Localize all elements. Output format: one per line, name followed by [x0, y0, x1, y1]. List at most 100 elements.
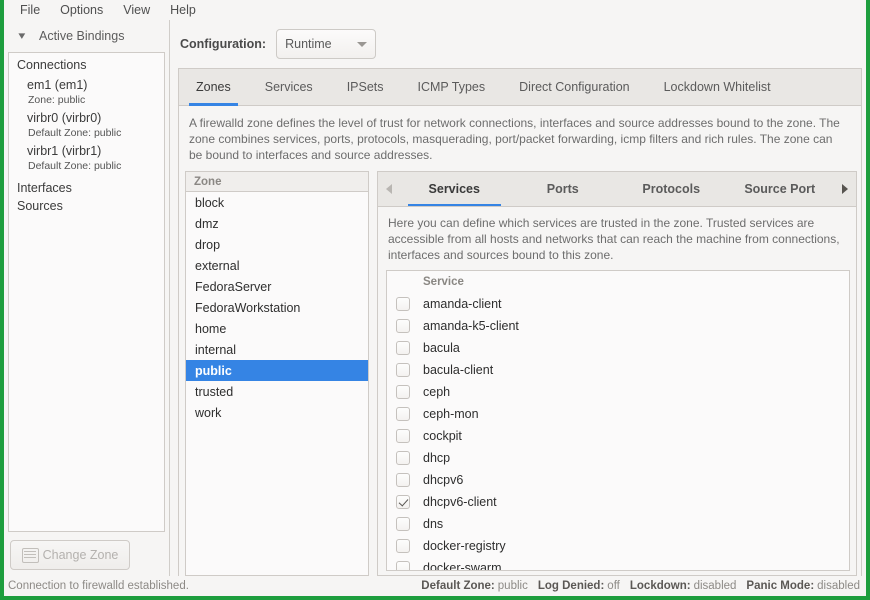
inner-tabs-scroll-right[interactable] [834, 172, 856, 206]
service-row[interactable]: cockpit [387, 425, 849, 447]
zone-list[interactable]: block dmz drop external FedoraServer Fed… [185, 191, 369, 576]
configuration-select-value: Runtime [285, 37, 332, 51]
tab-ipsets[interactable]: IPSets [330, 69, 401, 105]
tab-icmp-types[interactable]: ICMP Types [401, 69, 503, 105]
inner-tab-ports[interactable]: Ports [509, 172, 618, 206]
inner-tabs-scroll-left[interactable] [378, 172, 400, 206]
tree-node-interfaces[interactable]: Interfaces [9, 179, 164, 197]
chevron-down-icon [357, 41, 368, 47]
service-name: bacula-client [423, 363, 494, 377]
zone-row-selected[interactable]: public [186, 360, 368, 381]
service-row[interactable]: ceph [387, 381, 849, 403]
connection-name: virbr1 (virbr1) [27, 144, 102, 158]
connection-name: em1 (em1) [27, 78, 88, 92]
menu-item-options[interactable]: Options [50, 2, 113, 18]
tree-node-connections[interactable]: Connections [9, 56, 164, 74]
service-row[interactable]: amanda-k5-client [387, 315, 849, 337]
zone-row[interactable]: FedoraWorkstation [186, 297, 368, 318]
status-log-denied-value: off [607, 580, 620, 592]
connection-status-message: Connection to firewalld established. [8, 580, 189, 592]
service-column-header: Service [387, 271, 849, 293]
service-row[interactable]: bacula-client [387, 359, 849, 381]
status-lockdown-label: Lockdown: [629, 580, 691, 592]
service-name: dhcpv6-client [423, 495, 497, 509]
zone-row[interactable]: external [186, 255, 368, 276]
services-list[interactable]: amanda-client amanda-k5-client bacula ba… [387, 293, 849, 570]
service-name: dhcpv6 [423, 473, 464, 487]
service-checkbox[interactable] [396, 451, 410, 465]
main-body: ▾ Active Bindings Connections em1 (em1) … [4, 20, 866, 576]
service-checkbox-checked[interactable] [396, 495, 410, 509]
service-row[interactable]: docker-registry [387, 535, 849, 557]
service-checkbox[interactable] [396, 385, 410, 399]
status-default-zone: Default Zone: public [421, 580, 528, 592]
configuration-label: Configuration: [180, 37, 267, 51]
menu-item-view[interactable]: View [113, 2, 160, 18]
status-default-zone-value: public [497, 580, 528, 592]
service-row[interactable]: docker-swarm [387, 557, 849, 570]
service-checkbox[interactable] [396, 429, 410, 443]
status-indicators: Default Zone: public Log Denied: off Lockd… [421, 580, 860, 592]
tab-direct-configuration[interactable]: Direct Configuration [502, 69, 646, 105]
zone-list-column: Zone block dmz drop external FedoraServe… [185, 171, 369, 576]
menu-item-help[interactable]: Help [160, 2, 206, 18]
change-zone-button[interactable]: Change Zone [10, 540, 130, 570]
zone-column-header: Zone [185, 171, 369, 191]
service-row[interactable]: dhcpv6 [387, 469, 849, 491]
service-checkbox[interactable] [396, 319, 410, 333]
bindings-tree[interactable]: Connections em1 (em1) Zone: public virbr… [8, 52, 165, 532]
tree-node-sources[interactable]: Sources [9, 197, 164, 215]
service-name: docker-registry [423, 539, 506, 553]
service-name: ceph-mon [423, 407, 479, 421]
service-row[interactable]: ceph-mon [387, 403, 849, 425]
tab-zones[interactable]: Zones [179, 69, 248, 106]
tab-services[interactable]: Services [248, 69, 330, 105]
zone-row[interactable]: block [186, 192, 368, 213]
inner-tab-protocols[interactable]: Protocols [617, 172, 726, 206]
inner-tab-source-port[interactable]: Source Port [726, 172, 835, 206]
service-checkbox[interactable] [396, 341, 410, 355]
zone-row[interactable]: drop [186, 234, 368, 255]
service-checkbox[interactable] [396, 517, 410, 531]
service-name: ceph [423, 385, 451, 399]
service-row[interactable]: dns [387, 513, 849, 535]
services-page: Here you can define which services are t… [377, 207, 857, 576]
chevron-down-icon: ▾ [18, 29, 26, 42]
service-name: docker-swarm [423, 561, 502, 570]
active-bindings-header[interactable]: ▾ Active Bindings [8, 20, 165, 52]
services-description: Here you can define which services are t… [388, 216, 840, 262]
connection-item[interactable]: em1 (em1) Zone: public [9, 78, 164, 107]
service-row[interactable]: amanda-client [387, 293, 849, 315]
inner-tab-strip: Services Ports Protocols Source Port [377, 171, 857, 207]
service-checkbox[interactable] [396, 539, 410, 553]
zone-row[interactable]: home [186, 318, 368, 339]
zone-row[interactable]: work [186, 402, 368, 423]
service-checkbox[interactable] [396, 561, 410, 570]
connection-zone: Zone: public [28, 94, 86, 106]
service-checkbox[interactable] [396, 297, 410, 311]
service-checkbox[interactable] [396, 473, 410, 487]
change-zone-icon [21, 547, 39, 563]
service-checkbox[interactable] [396, 363, 410, 377]
menu-item-file[interactable]: File [10, 2, 50, 18]
connection-item[interactable]: virbr1 (virbr1) Default Zone: public [9, 144, 164, 173]
zone-row[interactable]: dmz [186, 213, 368, 234]
configuration-select[interactable]: Runtime [276, 29, 377, 59]
service-name: amanda-k5-client [423, 319, 519, 333]
service-checkbox[interactable] [396, 407, 410, 421]
connection-item[interactable]: virbr0 (virbr0) Default Zone: public [9, 111, 164, 140]
firewall-config-window: File Options View Help ▾ Active Bindings… [4, 0, 866, 596]
zone-row[interactable]: internal [186, 339, 368, 360]
change-zone-label: Change Zone [42, 548, 119, 562]
status-log-denied: Log Denied: off [538, 580, 620, 592]
inner-tab-services[interactable]: Services [400, 172, 509, 206]
main-tab-strip: Zones Services IPSets ICMP Types Direct … [179, 69, 861, 106]
service-row[interactable]: dhcp [387, 447, 849, 469]
content-pane: Configuration: Runtime Zones Services IP… [170, 20, 866, 576]
service-row[interactable]: bacula [387, 337, 849, 359]
zone-row[interactable]: trusted [186, 381, 368, 402]
tab-lockdown-whitelist[interactable]: Lockdown Whitelist [647, 69, 788, 105]
service-row[interactable]: dhcpv6-client [387, 491, 849, 513]
zone-row[interactable]: FedoraServer [186, 276, 368, 297]
service-name: amanda-client [423, 297, 502, 311]
